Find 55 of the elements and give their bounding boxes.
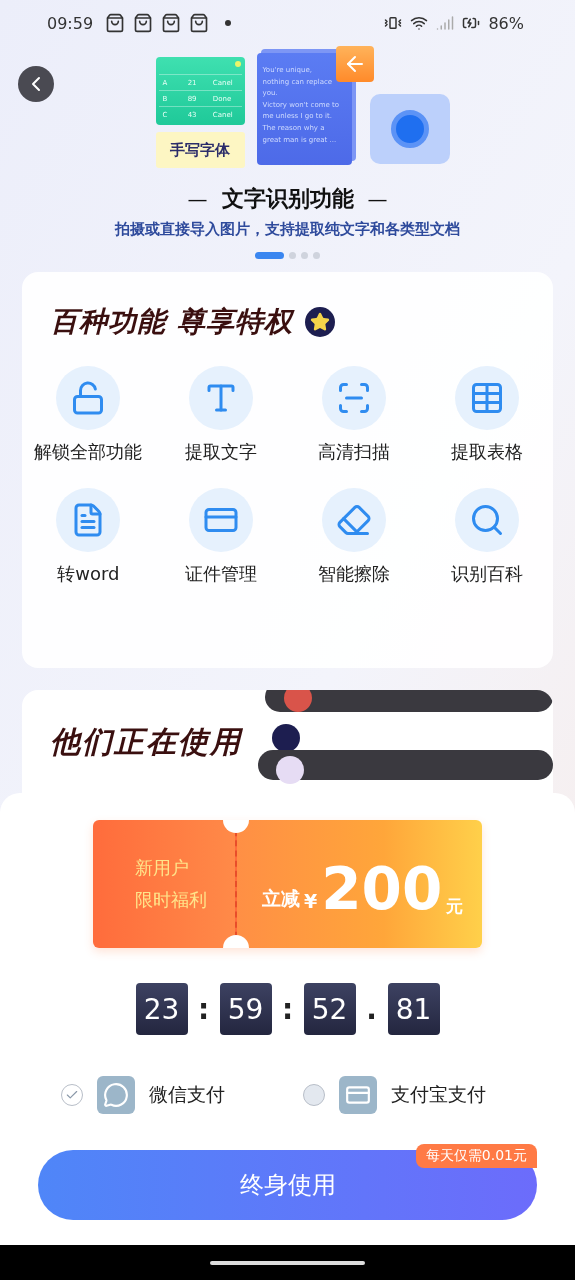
camera-icon [369,94,450,164]
coupon-label: 新用户 [135,856,190,880]
feature-label[interactable]: 智能擦除 [317,562,390,586]
bag-icon [105,13,126,33]
dot-icon [225,20,232,26]
bag-icon [189,13,210,33]
currency-sign: ¥ [304,890,318,912]
back-button[interactable] [18,66,54,102]
page-indicator[interactable] [313,252,320,259]
payment-label[interactable]: 微信支付 [149,1082,225,1108]
countdown-digits: 23 [135,983,188,1035]
coupon-label: 限时福利 [135,888,208,912]
feature-label[interactable]: 提取文字 [185,440,258,464]
coupon-unit: 元 [446,895,464,918]
feature-label[interactable]: 证件管理 [185,562,258,586]
banner-subtitle: 拍摄或直接导入图片，支持提取纯文字和各类型文档 [115,220,460,239]
page-indicator[interactable] [289,252,296,259]
avatar [272,724,300,752]
home-indicator[interactable] [210,1261,365,1265]
countdown-separator: : [280,992,295,1026]
countdown-separator: : [196,992,211,1026]
clock: 09:59 [47,13,94,33]
feature-label[interactable]: 识别百科 [450,562,523,586]
coupon-prefix: 立减 [262,886,300,911]
page-indicator[interactable] [255,252,284,259]
banner-title: 文字识别功能 [221,185,354,213]
avatar [284,690,312,712]
feature-label[interactable]: 解锁全部功能 [34,440,143,464]
countdown-digits: 81 [387,983,440,1035]
radio-button[interactable] [61,1084,83,1106]
users-title: 他们正在使用 [50,724,242,759]
countdown-separator: . [365,992,378,1026]
countdown-digits: 59 [219,983,272,1035]
feature-label[interactable]: 转word [57,562,120,586]
feature-label[interactable]: 高清扫描 [317,440,390,464]
features-title: 百种功能 尊享特权 [50,304,293,340]
bag-icon [161,13,182,33]
signal-icon [436,14,455,32]
chat-bubbles-icon [103,1082,129,1108]
radio-button[interactable] [303,1084,325,1106]
coupon-amount: 200 [321,860,443,918]
page-indicator[interactable] [301,252,308,259]
handwriting-card: 手写字体 [155,132,245,168]
countdown-digits: 52 [303,983,356,1035]
battery-level: 86% [488,13,524,33]
wifi-icon [410,14,429,32]
dash: — [367,187,388,211]
feature-label[interactable]: 提取表格 [450,440,523,464]
eraser-icon [335,502,372,538]
price-badge: 每天仅需0.01元 [415,1144,537,1168]
payment-label[interactable]: 支付宝支付 [391,1082,486,1108]
check-icon [65,1088,79,1102]
vibrate-icon [384,14,403,32]
dash: — [187,187,208,211]
bag-icon [133,13,154,33]
